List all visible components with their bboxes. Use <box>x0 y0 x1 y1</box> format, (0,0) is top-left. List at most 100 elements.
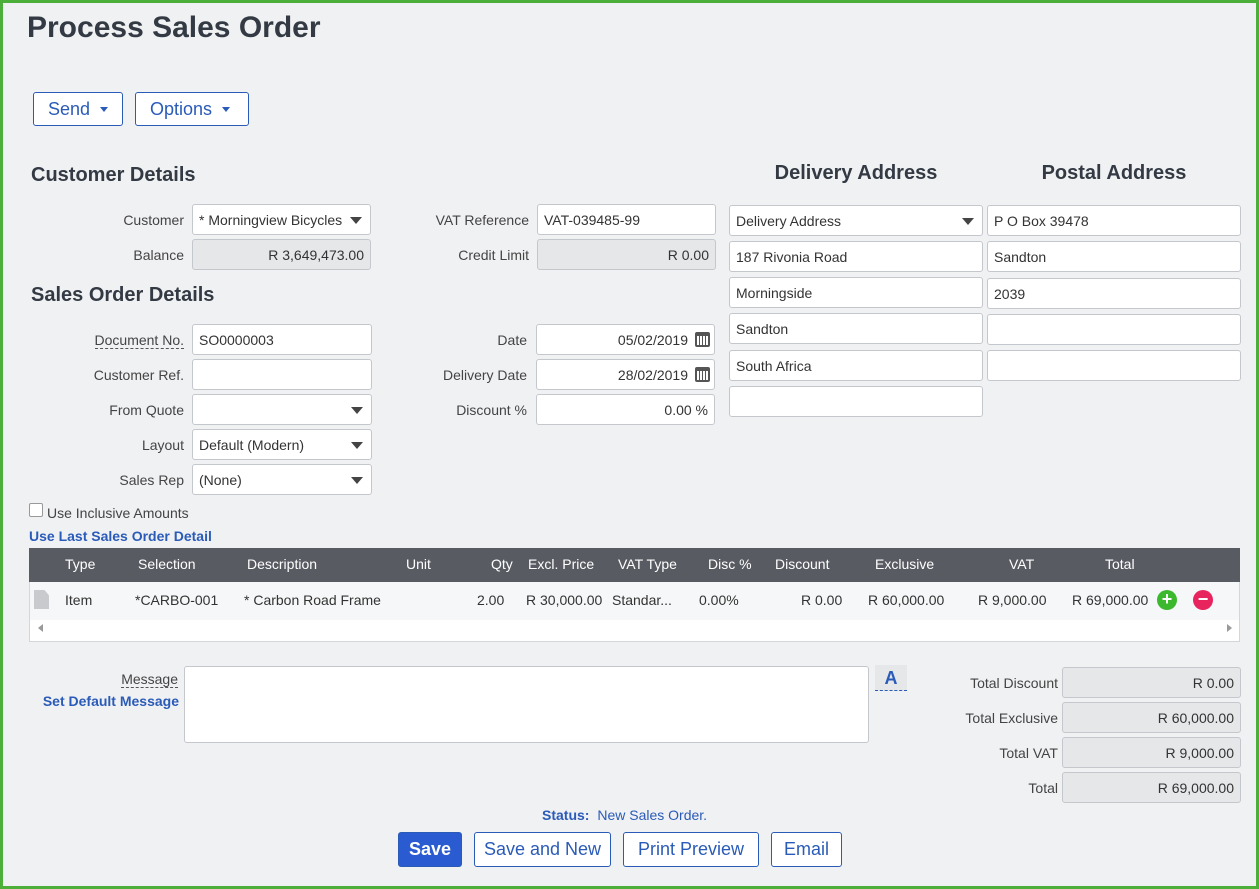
date-label: Date <box>497 332 527 348</box>
vat-reference-input[interactable]: VAT-039485-99 <box>537 204 716 235</box>
total-exclusive-value: R 60,000.00 <box>1157 709 1234 726</box>
add-icon[interactable]: + <box>1157 590 1177 610</box>
scroll-right-icon[interactable] <box>1227 624 1232 632</box>
document-no-label: Document No. <box>63 332 184 349</box>
customer-details-title: Customer Details <box>31 164 196 186</box>
delivery-line-text: South Africa <box>736 357 812 374</box>
delivery-date-label: Delivery Date <box>442 367 527 383</box>
message-label: Message <box>63 671 178 688</box>
from-quote-select[interactable] <box>192 394 372 425</box>
col-unit[interactable]: Unit <box>406 556 431 572</box>
cell-excl-price[interactable]: R 30,000.00 <box>526 592 602 608</box>
delivery-line-text: 187 Rivonia Road <box>736 248 848 265</box>
cell-vat-type[interactable]: Standar... <box>612 592 672 608</box>
col-qty[interactable]: Qty <box>491 556 513 572</box>
delivery-address-line-1[interactable]: 187 Rivonia Road <box>729 241 983 272</box>
delivery-address-line-5[interactable] <box>729 386 983 417</box>
delivery-date-input[interactable]: 28/02/2019 <box>536 359 715 390</box>
calendar-icon[interactable] <box>695 332 710 347</box>
credit-limit-label: Credit Limit <box>458 247 529 263</box>
cell-exclusive[interactable]: R 60,000.00 <box>868 592 944 608</box>
email-button[interactable]: Email <box>771 832 842 867</box>
balance-field: R 3,649,473.00 <box>192 239 371 270</box>
col-total[interactable]: Total <box>1105 556 1135 572</box>
options-button[interactable]: Options <box>135 92 249 126</box>
layout-value: Default (Modern) <box>199 436 305 453</box>
delivery-address-line-2[interactable]: Morningside <box>729 277 983 308</box>
delivery-address-line-4[interactable]: South Africa <box>729 350 983 381</box>
document-no-input[interactable]: SO0000003 <box>192 324 372 355</box>
cell-vat[interactable]: R 9,000.00 <box>978 592 1047 608</box>
status-value: New Sales Order. <box>597 807 708 823</box>
col-discount[interactable]: Discount <box>775 556 829 572</box>
status-label: Status: <box>542 807 590 823</box>
postal-address-line-2[interactable]: Sandton <box>987 241 1241 272</box>
postal-address-title: Postal Address <box>1041 162 1187 184</box>
use-inclusive-checkbox[interactable] <box>29 503 43 517</box>
cell-type[interactable]: Item <box>65 592 92 608</box>
grid-header: Type Selection Description Unit Qty Excl… <box>29 548 1240 582</box>
customer-select[interactable]: * Morningview Bicycles <box>192 204 371 235</box>
message-textarea[interactable] <box>184 666 869 743</box>
layout-label: Layout <box>141 437 184 453</box>
caret-down-icon <box>100 106 109 112</box>
col-selection[interactable]: Selection <box>138 556 196 572</box>
cell-description[interactable]: * Carbon Road Frame <box>244 592 381 608</box>
col-vat[interactable]: VAT <box>1009 556 1034 572</box>
col-vat-type[interactable]: VAT Type <box>618 556 677 572</box>
caret-down-icon <box>351 442 363 449</box>
total-vat-value: R 9,000.00 <box>1165 744 1235 761</box>
save-and-new-button[interactable]: Save and New <box>474 832 611 867</box>
postal-address-line-1[interactable]: P O Box 39478 <box>987 205 1241 236</box>
col-description[interactable]: Description <box>247 556 317 572</box>
cell-total[interactable]: R 69,000.00 <box>1072 592 1148 608</box>
sales-rep-select[interactable]: (None) <box>192 464 372 495</box>
discount-label: Discount % <box>456 402 527 418</box>
app-frame: Process Sales Order Send Options Custome… <box>0 0 1259 889</box>
delivery-address-line-3[interactable]: Sandton <box>729 313 983 344</box>
postal-address-line-3[interactable]: 2039 <box>987 278 1241 309</box>
postal-address-line-5[interactable] <box>987 350 1241 381</box>
total-exclusive-label: Total Exclusive <box>965 710 1058 726</box>
set-default-message-link[interactable]: Set Default Message <box>29 693 179 709</box>
vat-reference-value: VAT-039485-99 <box>544 211 640 228</box>
print-preview-button[interactable]: Print Preview <box>623 832 759 867</box>
total-discount-value: R 0.00 <box>1192 674 1234 691</box>
calendar-icon[interactable] <box>695 367 710 382</box>
total-value: R 69,000.00 <box>1157 779 1234 796</box>
scroll-left-icon[interactable] <box>38 624 43 632</box>
caret-down-icon <box>222 106 231 112</box>
balance-label: Balance <box>133 247 184 263</box>
col-type[interactable]: Type <box>65 556 95 572</box>
customer-label: Customer <box>123 212 184 228</box>
delivery-address-select[interactable]: Delivery Address <box>729 205 983 236</box>
table-row[interactable]: Item *CARBO-001 * Carbon Road Frame 2.00… <box>30 582 1239 620</box>
customer-ref-input[interactable] <box>192 359 372 390</box>
cell-selection[interactable]: *CARBO-001 <box>135 592 218 608</box>
remove-icon[interactable]: − <box>1193 590 1213 610</box>
col-excl-price[interactable]: Excl. Price <box>528 556 594 572</box>
layout-select[interactable]: Default (Modern) <box>192 429 372 460</box>
cell-qty[interactable]: 2.00 <box>477 592 504 608</box>
discount-value: 0.00 % <box>664 401 708 418</box>
col-exclusive[interactable]: Exclusive <box>875 556 934 572</box>
discount-input[interactable]: 0.00 % <box>536 394 715 425</box>
credit-limit-field: R 0.00 <box>537 239 716 270</box>
cell-discount[interactable]: R 0.00 <box>801 592 842 608</box>
date-input[interactable]: 05/02/2019 <box>536 324 715 355</box>
col-disc-pct[interactable]: Disc % <box>708 556 752 572</box>
date-value: 05/02/2019 <box>617 331 688 348</box>
save-button[interactable]: Save <box>398 832 462 867</box>
sales-rep-value: (None) <box>199 471 242 488</box>
document-no-label-text: Document No. <box>94 332 184 349</box>
total-discount-field: R 0.00 <box>1062 667 1241 698</box>
cell-disc-pct[interactable]: 0.00% <box>699 592 739 608</box>
delivery-line-text: Morningside <box>736 284 813 301</box>
send-label: Send <box>48 98 91 119</box>
use-last-sales-order-detail-link[interactable]: Use Last Sales Order Detail <box>29 528 212 544</box>
options-label: Options <box>150 98 213 119</box>
delivery-address-select-value: Delivery Address <box>736 212 842 229</box>
send-button[interactable]: Send <box>33 92 123 126</box>
postal-address-line-4[interactable] <box>987 314 1241 345</box>
sales-order-details-title: Sales Order Details <box>31 284 215 306</box>
